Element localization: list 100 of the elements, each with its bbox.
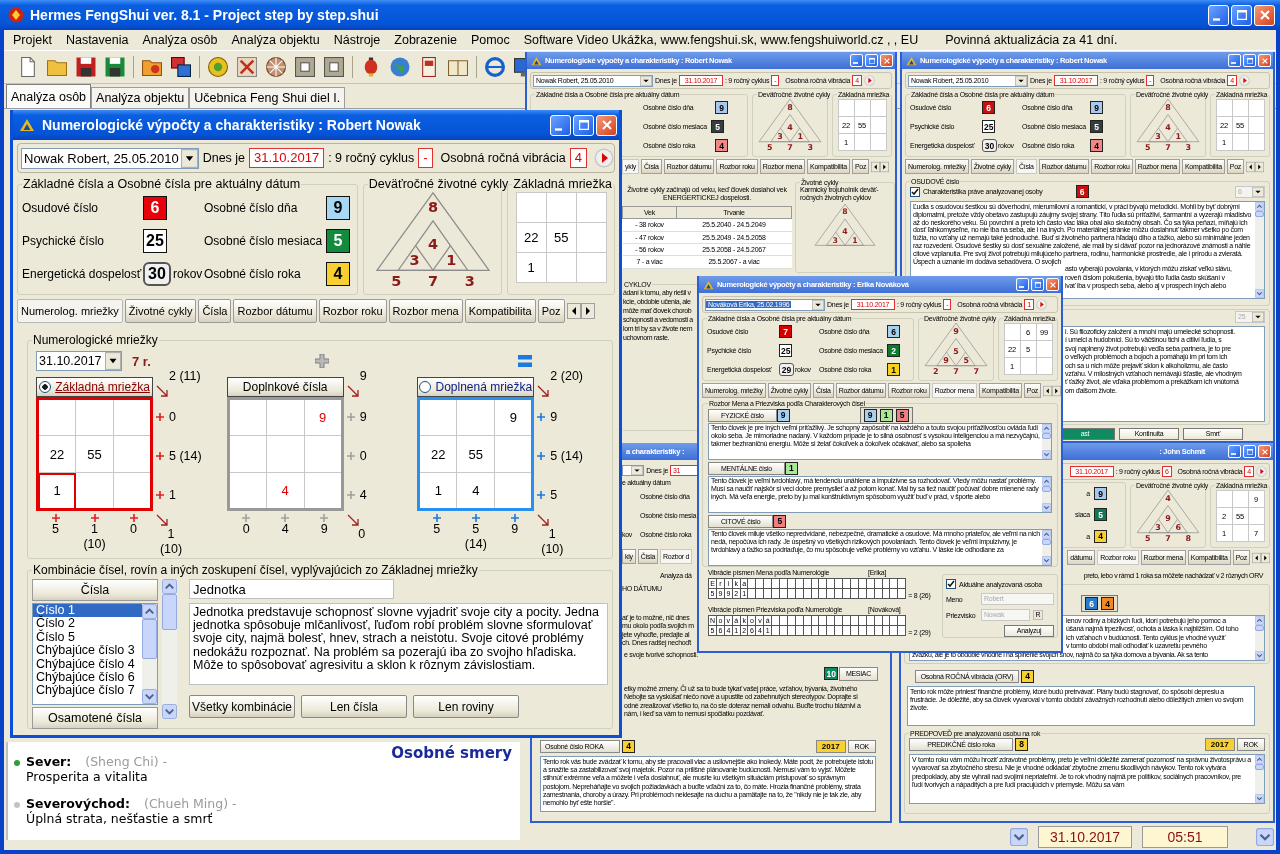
menu-item[interactable]: Zobrazenie xyxy=(387,33,464,47)
menu-item[interactable]: Software Video Ukážka, www.fengshui.sk, www.fengshuiworld.cz , , EU xyxy=(516,33,926,47)
scroll-down-button[interactable] xyxy=(1255,651,1264,660)
scroll-down-button[interactable] xyxy=(1255,794,1264,803)
close-button[interactable] xyxy=(880,54,893,67)
scrollbar-thumb[interactable] xyxy=(1255,625,1264,631)
maximize-button[interactable] xyxy=(1243,445,1256,458)
frame-icon[interactable] xyxy=(324,57,344,77)
banner-icon[interactable] xyxy=(419,57,439,77)
scroll-up-button[interactable] xyxy=(162,579,177,594)
grid-header-button[interactable]: Doplnkové čísla xyxy=(226,377,344,397)
close-button[interactable] xyxy=(1254,4,1275,26)
document-icon[interactable] xyxy=(18,57,38,77)
disc-icon[interactable] xyxy=(208,57,228,77)
scrollbar-thumb[interactable] xyxy=(1042,433,1051,439)
scroll-down-button[interactable] xyxy=(1010,828,1028,846)
close-button[interactable] xyxy=(1046,278,1059,291)
menu-item[interactable]: Nástroje xyxy=(326,33,388,47)
menu-item[interactable]: Nastavenia xyxy=(58,33,136,47)
scroll-down-button[interactable] xyxy=(1255,289,1264,298)
tab[interactable]: Čísla xyxy=(198,299,232,323)
menu-item[interactable]: Projekt xyxy=(6,33,59,47)
grid-header-button[interactable]: Doplnená mriežka xyxy=(417,377,535,397)
person-dropdown[interactable]: Nowak Robert, 25.05.2010 xyxy=(21,147,199,169)
tab[interactable]: Analýza osôb xyxy=(6,84,92,108)
tab[interactable]: Učebnica Feng Shui diel I. xyxy=(189,87,346,108)
scroll-up-button[interactable] xyxy=(1255,616,1264,625)
close-button[interactable] xyxy=(1258,445,1271,458)
maximize-button[interactable] xyxy=(1231,4,1252,26)
scroll-down-button[interactable] xyxy=(142,689,157,704)
wheel-icon[interactable] xyxy=(266,57,286,77)
action-button[interactable]: Len roviny xyxy=(413,695,519,718)
scroll-down-button[interactable] xyxy=(162,704,177,719)
scrollbar-thumb[interactable] xyxy=(1255,764,1264,770)
scroll-down-button[interactable] xyxy=(1042,556,1051,565)
tab[interactable]: Rozbor mena xyxy=(388,299,463,323)
menu-item[interactable]: Pomoc xyxy=(463,33,517,47)
date-dropdown[interactable]: 31.10.2017 xyxy=(36,351,122,371)
scroll-left-button[interactable] xyxy=(1043,384,1053,397)
scroll-left-button[interactable] xyxy=(1252,551,1261,564)
scroll-down-button[interactable] xyxy=(1256,828,1274,846)
play-button[interactable] xyxy=(1238,75,1250,86)
checkbox[interactable] xyxy=(910,186,920,197)
book-icon[interactable] xyxy=(448,57,468,77)
grid-header-button[interactable]: Základná mriežka xyxy=(36,377,153,397)
tab[interactable]: Rozbor dátumu xyxy=(233,299,317,323)
list-item[interactable]: Číslo 5 xyxy=(33,630,142,645)
tab[interactable]: Poz xyxy=(537,299,565,323)
globe-icon[interactable] xyxy=(390,57,410,77)
play-button[interactable] xyxy=(1256,466,1267,477)
person-dropdown[interactable] xyxy=(622,465,645,476)
scroll-up-button[interactable] xyxy=(1255,202,1264,211)
tab[interactable]: Rozbor roku xyxy=(318,299,387,323)
scroll-down-button[interactable] xyxy=(1042,503,1051,512)
scroll-right-button[interactable] xyxy=(1052,384,1061,397)
play-button[interactable] xyxy=(863,75,875,86)
menu-item[interactable]: Analýza objektu xyxy=(224,33,327,47)
crossed-tile-icon[interactable] xyxy=(237,57,257,77)
minimize-button[interactable] xyxy=(1016,278,1029,291)
scroll-up-button[interactable] xyxy=(1042,477,1051,486)
play-button[interactable] xyxy=(593,148,614,168)
folder-icon[interactable] xyxy=(47,57,67,77)
scroll-up-button[interactable] xyxy=(142,604,157,619)
scroll-left-button[interactable] xyxy=(1246,160,1256,173)
minimize-button[interactable] xyxy=(1228,445,1241,458)
maximize-button[interactable] xyxy=(1031,278,1044,291)
checkbox[interactable] xyxy=(946,579,956,589)
minimize-button[interactable] xyxy=(1208,4,1229,26)
list-item[interactable]: Chýbajúce číslo 4 xyxy=(33,657,142,672)
maximize-button[interactable] xyxy=(865,54,878,67)
scrollbar-thumb[interactable] xyxy=(162,594,177,630)
menu-item[interactable]: Analýza osôb xyxy=(135,33,225,47)
tab[interactable]: Analýza objektu xyxy=(91,87,190,108)
scroll-right-button[interactable] xyxy=(880,160,890,173)
minimize-button[interactable] xyxy=(550,114,571,136)
action-button[interactable]: Len čísla xyxy=(301,695,407,718)
scrollbar-thumb[interactable] xyxy=(142,619,157,659)
play-button[interactable] xyxy=(1035,299,1047,310)
maximize-button[interactable] xyxy=(1243,54,1256,67)
scroll-left-button[interactable] xyxy=(871,160,881,173)
radio-button[interactable] xyxy=(39,381,52,393)
windows-icon[interactable] xyxy=(171,57,191,77)
list-item[interactable]: Chýbajúce číslo 3 xyxy=(33,644,142,658)
column-header[interactable]: Čísla xyxy=(32,579,158,601)
scrollbar-thumb[interactable] xyxy=(1042,539,1051,545)
radio-button[interactable] xyxy=(419,381,432,393)
scroll-up-button[interactable] xyxy=(1042,424,1051,433)
minimize-button[interactable] xyxy=(850,54,863,67)
list-item[interactable]: Chýbajúce číslo 6 xyxy=(33,671,142,685)
folder-icon[interactable] xyxy=(142,57,162,77)
scroll-right-button[interactable] xyxy=(1255,160,1265,173)
scroll-up-button[interactable] xyxy=(1255,755,1264,764)
scroll-down-button[interactable] xyxy=(1042,450,1051,459)
frame-icon[interactable] xyxy=(295,57,315,77)
tab[interactable]: Numerolog. mriežky xyxy=(17,299,123,323)
minimize-button[interactable] xyxy=(1228,54,1241,67)
maximize-button[interactable] xyxy=(573,114,594,136)
name-field[interactable]: Jednotka xyxy=(189,579,394,599)
tab[interactable]: Životné cykly xyxy=(124,299,197,323)
scroll-right-button[interactable] xyxy=(580,302,595,320)
